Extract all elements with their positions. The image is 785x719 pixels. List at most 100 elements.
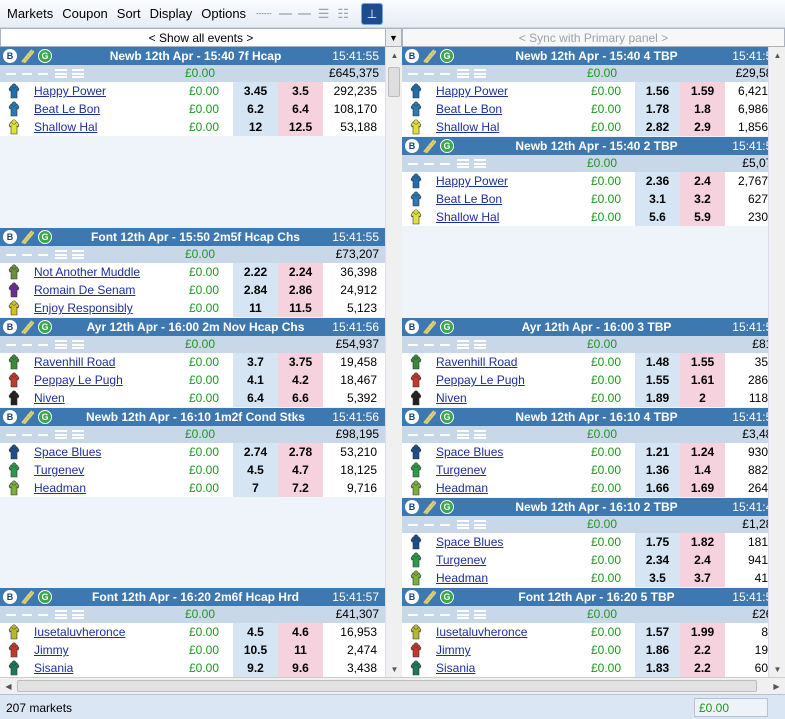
lay-price-button[interactable]: 6.4: [278, 100, 323, 118]
runner-name-link[interactable]: Enjoy Responsibly: [34, 301, 133, 315]
back-price-button[interactable]: 1.78: [635, 100, 680, 118]
graph-icon[interactable]: G: [38, 49, 52, 63]
back-price-button[interactable]: 7: [233, 479, 278, 497]
menu-display[interactable]: Display: [147, 6, 196, 21]
runner-name-link[interactable]: Beat Le Bon: [34, 102, 100, 116]
ladder-view-icon[interactable]: [408, 614, 418, 616]
graph-icon[interactable]: G: [440, 500, 454, 514]
runner-name-link[interactable]: Iusetaluvheronce: [34, 625, 125, 639]
market-title[interactable]: Font 12th Apr - 16:20 2m6f Hcap Hrd: [58, 590, 333, 604]
lay-price-button[interactable]: 2.4: [680, 551, 725, 569]
back-price-button[interactable]: 1.56: [635, 82, 680, 100]
back-price-button[interactable]: 4.5: [233, 623, 278, 641]
collapse-all-icon[interactable]: [440, 344, 450, 346]
graph-icon[interactable]: G: [38, 590, 52, 604]
lay-price-button[interactable]: 2.9: [680, 118, 725, 136]
back-price-button[interactable]: 1.66: [635, 479, 680, 497]
collapse-icon[interactable]: [22, 614, 32, 616]
graph-icon[interactable]: G: [440, 410, 454, 424]
back-price-button[interactable]: 3.1: [635, 190, 680, 208]
scroll-thumb[interactable]: [17, 680, 757, 692]
pin-button[interactable]: ⊥: [361, 2, 384, 25]
lay-price-button[interactable]: 2.86: [278, 281, 323, 299]
right-vertical-scrollbar[interactable]: ▲ ▼: [768, 47, 785, 677]
back-price-button[interactable]: 1.89: [635, 389, 680, 407]
lines-icon[interactable]: [55, 69, 67, 78]
sync-filter-dropdown[interactable]: < Sync with Primary panel >: [402, 28, 785, 47]
horizontal-scrollbar[interactable]: ◀ ▶: [0, 677, 785, 694]
chevron-down-icon[interactable]: ▼: [385, 29, 401, 46]
collapse-all-icon[interactable]: [297, 12, 311, 15]
list-icon[interactable]: [72, 250, 84, 259]
collapse-all-icon[interactable]: [440, 614, 450, 616]
lines-icon[interactable]: [457, 340, 469, 349]
scroll-down-icon[interactable]: ▼: [386, 661, 403, 677]
betting-icon[interactable]: B: [3, 320, 17, 334]
back-price-button[interactable]: 6.2: [233, 100, 278, 118]
betting-icon[interactable]: B: [3, 590, 17, 604]
ladder-icon[interactable]: [20, 410, 35, 425]
list-icon[interactable]: ☷: [337, 7, 349, 20]
back-price-button[interactable]: 1.83: [635, 659, 680, 677]
collapse-icon[interactable]: [22, 344, 32, 346]
ladder-icon[interactable]: [20, 590, 35, 605]
market-title[interactable]: Newb 12th Apr - 15:40 4 TBP: [460, 49, 733, 63]
lines-icon[interactable]: [457, 159, 469, 168]
back-price-button[interactable]: 2.36: [635, 172, 680, 190]
back-price-button[interactable]: 11: [233, 299, 278, 317]
back-price-button[interactable]: 2.84: [233, 281, 278, 299]
collapse-all-icon[interactable]: [440, 163, 450, 165]
market-title[interactable]: Ayr 12th Apr - 16:00 2m Nov Hcap Chs: [58, 320, 333, 334]
lay-price-button[interactable]: 2.24: [278, 263, 323, 281]
lines-icon[interactable]: [457, 520, 469, 529]
ladder-view-icon[interactable]: [6, 614, 16, 616]
runner-name-link[interactable]: Headman: [436, 571, 488, 585]
lay-price-button[interactable]: 1.59: [680, 82, 725, 100]
graph-icon[interactable]: G: [440, 49, 454, 63]
runner-name-link[interactable]: Happy Power: [436, 84, 508, 98]
lay-price-button[interactable]: 11: [278, 641, 323, 659]
lay-price-button[interactable]: 6.6: [278, 389, 323, 407]
lines-icon[interactable]: ☰: [318, 7, 330, 20]
list-icon[interactable]: [474, 430, 486, 439]
betting-icon[interactable]: B: [405, 590, 419, 604]
ladder-toggle-icon[interactable]: ┄┄: [256, 7, 272, 20]
runner-name-link[interactable]: Not Another Muddle: [34, 265, 140, 279]
ladder-view-icon[interactable]: [6, 73, 16, 75]
runner-name-link[interactable]: Shallow Hal: [436, 120, 499, 134]
runner-name-link[interactable]: Jimmy: [436, 643, 471, 657]
graph-icon[interactable]: G: [440, 590, 454, 604]
scroll-thumb[interactable]: [388, 67, 400, 97]
runner-name-link[interactable]: Beat Le Bon: [436, 102, 502, 116]
list-icon[interactable]: [72, 610, 84, 619]
back-price-button[interactable]: 1.57: [635, 623, 680, 641]
collapse-all-icon[interactable]: [38, 254, 48, 256]
lay-price-button[interactable]: 11.5: [278, 299, 323, 317]
lay-price-button[interactable]: 9.6: [278, 659, 323, 677]
runner-name-link[interactable]: Sisania: [436, 661, 475, 675]
ladder-icon[interactable]: [422, 139, 437, 154]
lay-price-button[interactable]: 1.69: [680, 479, 725, 497]
market-title[interactable]: Font 12th Apr - 16:20 5 TBP: [460, 590, 733, 604]
lay-price-button[interactable]: 7.2: [278, 479, 323, 497]
ladder-icon[interactable]: [422, 410, 437, 425]
runner-name-link[interactable]: Romain De Senam: [34, 283, 135, 297]
lay-price-button[interactable]: 3.2: [680, 190, 725, 208]
lay-price-button[interactable]: 3.75: [278, 353, 323, 371]
runner-name-link[interactable]: Happy Power: [34, 84, 106, 98]
list-icon[interactable]: [474, 340, 486, 349]
runner-name-link[interactable]: Turgenev: [436, 553, 486, 567]
list-icon[interactable]: [474, 520, 486, 529]
market-title[interactable]: Ayr 12th Apr - 16:00 3 TBP: [460, 320, 733, 334]
runner-name-link[interactable]: Peppay Le Pugh: [436, 373, 525, 387]
collapse-all-icon[interactable]: [38, 434, 48, 436]
lay-price-button[interactable]: 12.5: [278, 118, 323, 136]
ladder-view-icon[interactable]: [408, 434, 418, 436]
ladder-view-icon[interactable]: [408, 163, 418, 165]
list-icon[interactable]: [474, 159, 486, 168]
market-title[interactable]: Newb 12th Apr - 16:10 1m2f Cond Stks: [58, 410, 333, 424]
lay-price-button[interactable]: 2.78: [278, 443, 323, 461]
back-price-button[interactable]: 1.55: [635, 371, 680, 389]
list-icon[interactable]: [72, 430, 84, 439]
collapse-all-icon[interactable]: [38, 344, 48, 346]
